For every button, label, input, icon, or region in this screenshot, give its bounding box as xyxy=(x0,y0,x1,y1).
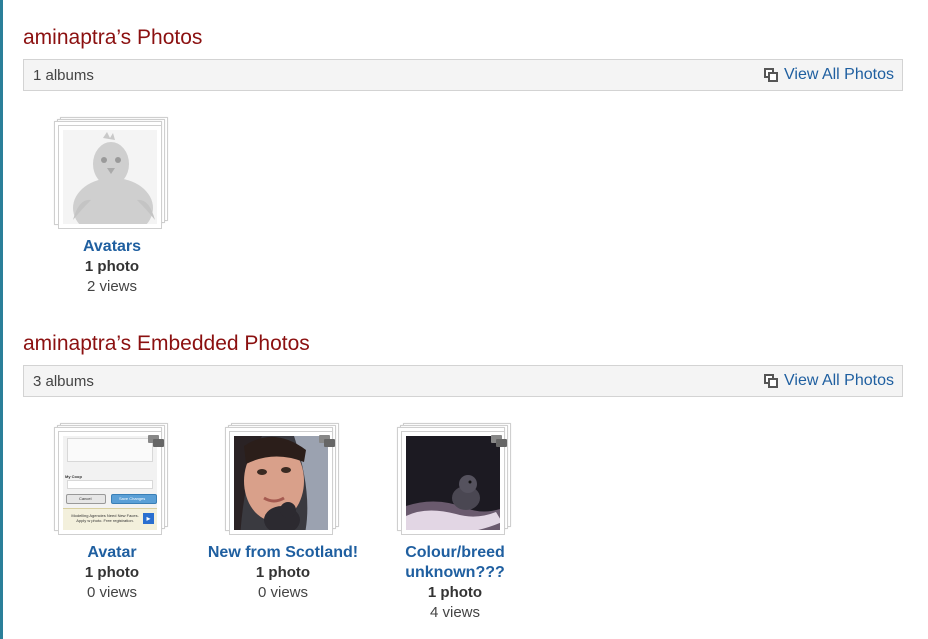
embedded-album-count: 3 albums xyxy=(33,373,94,390)
album-card-new-from-scotland: New from Scotland! 1 photo 0 views xyxy=(203,423,363,603)
album-stack-icon xyxy=(764,374,779,388)
album-view-count: 0 views xyxy=(257,584,309,601)
album-title-line-2: unknown??? xyxy=(405,564,505,581)
left-border-rule xyxy=(0,0,3,639)
photos-section-title: aminaptra’s Photos xyxy=(23,26,203,49)
view-all-label: View All Photos xyxy=(784,372,894,389)
photos-view-all-link[interactable]: View All Photos xyxy=(764,66,894,84)
embedded-album-bar: 3 albums View All Photos xyxy=(23,365,903,397)
album-title-line-1: Colour/breed xyxy=(405,544,505,561)
album-card-colour-breed-unknown: Colour/breed unknown??? 1 photo 4 views xyxy=(375,423,535,623)
album-thumbnail[interactable] xyxy=(225,423,341,535)
album-thumbnail[interactable] xyxy=(397,423,513,535)
embedded-view-all-link[interactable]: View All Photos xyxy=(764,372,894,390)
comment-icon xyxy=(491,435,507,447)
woman-with-chick-photo xyxy=(229,431,333,535)
album-view-count: 0 views xyxy=(86,584,138,601)
photos-section: aminaptra’s Photos 1 albums View All Pho… xyxy=(23,25,903,91)
embedded-photos-section: aminaptra’s Embedded Photos 3 albums Vie… xyxy=(23,331,903,397)
screenshot-thumbnail-image: My Coop Cancel Save Changes Modelling Ag… xyxy=(58,431,162,535)
album-view-count: 2 views xyxy=(86,278,138,295)
album-photo-count: 1 photo xyxy=(255,564,311,581)
chick-in-hand-photo xyxy=(401,431,505,535)
album-view-count: 4 views xyxy=(429,604,481,621)
album-title[interactable]: Colour/breed unknown??? xyxy=(375,543,535,583)
album-photo-count: 1 photo xyxy=(84,564,140,581)
chicken-placeholder-image xyxy=(58,125,162,229)
comment-icon xyxy=(319,435,335,447)
comment-icon xyxy=(148,435,164,447)
album-thumbnail[interactable] xyxy=(54,117,170,229)
album-card-avatars: Avatars 1 photo 2 views xyxy=(32,117,192,297)
album-thumbnail[interactable]: My Coop Cancel Save Changes Modelling Ag… xyxy=(54,423,170,535)
album-title[interactable]: New from Scotland! xyxy=(203,543,363,563)
album-title[interactable]: Avatars xyxy=(32,237,192,257)
album-card-avatar: My Coop Cancel Save Changes Modelling Ag… xyxy=(32,423,192,603)
embedded-section-title: aminaptra’s Embedded Photos xyxy=(23,332,310,355)
album-stack-icon xyxy=(764,68,779,82)
album-photo-count: 1 photo xyxy=(427,584,483,601)
album-title[interactable]: Avatar xyxy=(32,543,192,563)
photos-album-count: 1 albums xyxy=(33,67,94,84)
album-photo-count: 1 photo xyxy=(84,258,140,275)
view-all-label: View All Photos xyxy=(784,66,894,83)
photos-album-bar: 1 albums View All Photos xyxy=(23,59,903,91)
